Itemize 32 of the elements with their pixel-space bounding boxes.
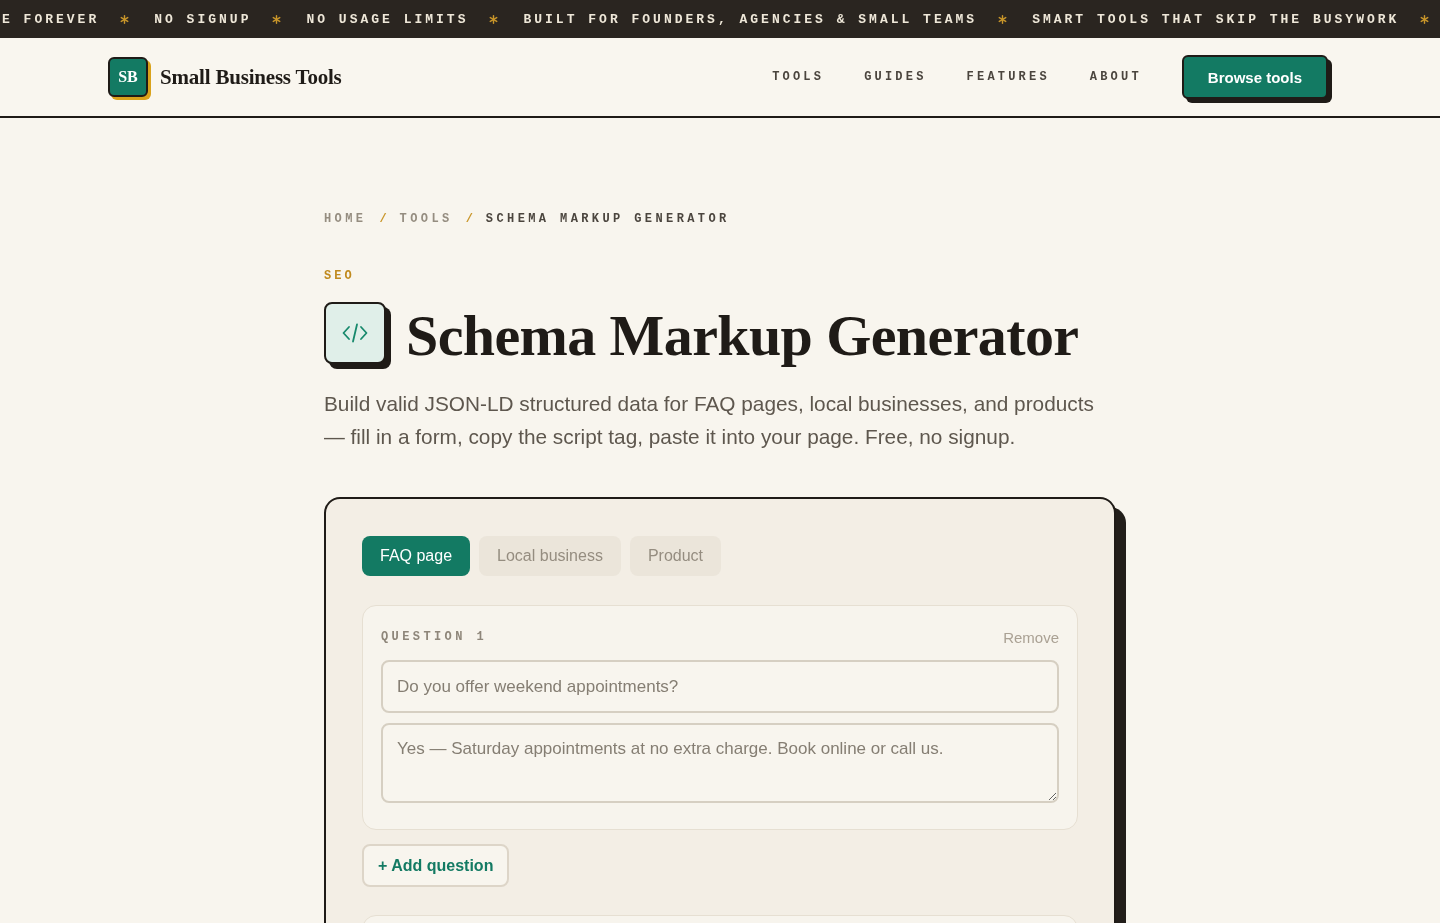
asterisk-icon [1420, 14, 1430, 24]
nav-link[interactable]: ABOUT [1089, 70, 1142, 84]
tab[interactable]: Local business [479, 536, 621, 576]
question-input[interactable]: Do you offer weekend appointments? [381, 660, 1059, 713]
asterisk-icon [272, 14, 282, 24]
asterisk-icon [489, 14, 499, 24]
page-title: Schema Markup Generator [406, 304, 1079, 368]
tab[interactable]: Product [629, 536, 722, 576]
logo-mark[interactable]: SB [108, 57, 148, 97]
answer-textarea[interactable]: Yes — Saturday appointments at no extra charge. Book online or call us. [381, 723, 1059, 803]
nav-link[interactable]: TOOLS [772, 70, 825, 84]
site-name[interactable]: Small Business Tools [160, 64, 342, 90]
question-label: QUESTION 1 [381, 630, 487, 644]
breadcrumb-separator: / [465, 212, 473, 226]
breadcrumb-link[interactable]: HOME [324, 212, 367, 226]
asterisk-icon [998, 14, 1008, 24]
breadcrumb-separator: / [379, 212, 387, 226]
ticker-text: NO USAGE LIMITS [306, 11, 469, 27]
breadcrumb-current: SCHEMA MARKUP GENERATOR [485, 212, 730, 226]
ticker-text: E FOREVER [2, 11, 100, 27]
ticker-text: NO SIGNUP [154, 11, 252, 27]
tab[interactable]: FAQ page [362, 536, 471, 576]
ticker-text: SMART TOOLS THAT SKIP THE BUSYWORK [1032, 11, 1400, 27]
ticker-text: BUILT FOR FOUNDERS, AGENCIES & SMALL TEAMS [523, 11, 978, 27]
code-icon [324, 302, 392, 370]
nav-link[interactable]: GUIDES [864, 70, 927, 84]
page-description: Build valid JSON-LD structured data for FAQ pages, local businesses, and products — fill in a form, copy the script tag, paste it into your page. Free, no signup. [324, 391, 1095, 450]
add-question-button[interactable]: + Add question [362, 844, 510, 887]
category-label: SEO [324, 269, 355, 285]
nav-link[interactable]: FEATURES [966, 70, 1050, 84]
breadcrumb-link[interactable]: TOOLS [399, 212, 453, 226]
asterisk-icon [120, 14, 130, 24]
